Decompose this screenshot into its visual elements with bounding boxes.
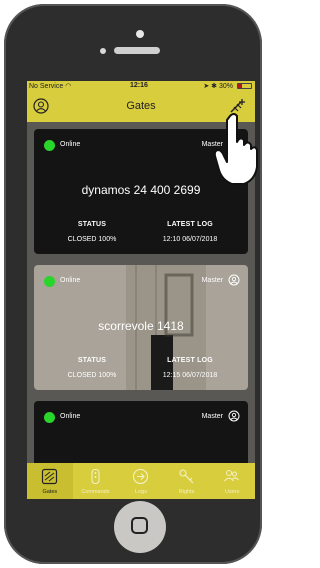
key-icon	[179, 469, 194, 484]
camera	[136, 30, 144, 38]
status-column: STATUS CLOSED 100%	[42, 221, 142, 243]
status-column: STATUS CLOSED 100%	[42, 357, 142, 379]
status-heading: STATUS	[77, 221, 107, 228]
carrier: No Service ◠	[29, 82, 71, 90]
role-label: Master	[201, 277, 223, 284]
bluetooth-icon: ✱	[211, 83, 218, 90]
status-value: CLOSED 100%	[67, 236, 117, 243]
tab-label: Users	[225, 489, 240, 495]
gate-name: scorrevole 1418	[98, 319, 184, 333]
clock: 12:16	[130, 82, 148, 89]
log-heading: LATEST LOG	[167, 357, 213, 364]
log-heading: LATEST LOG	[167, 221, 213, 228]
status-bar: No Service ◠ 12:16 ➤ ✱ 30%	[27, 81, 255, 92]
wifi-icon: ◠	[65, 83, 72, 90]
tap-hand-icon	[213, 113, 258, 185]
gate-card[interactable]: Online Master scorrevole 1418 STATUS CLO…	[34, 265, 248, 390]
page-title: Gates	[126, 100, 156, 112]
logs-icon	[133, 468, 149, 485]
battery-percent: ➤ ✱ 30%	[203, 82, 233, 90]
tab-logs[interactable]: Logs	[118, 463, 164, 499]
home-button-square	[131, 517, 148, 534]
log-column: LATEST LOG 12:10 06/07/2018	[140, 221, 240, 243]
online-label: Online	[60, 141, 81, 148]
remote-icon	[91, 468, 100, 485]
user-icon	[228, 274, 240, 286]
user-icon	[228, 410, 240, 422]
log-column: LATEST LOG 12:15 06/07/2018	[140, 357, 240, 379]
tab-commands[interactable]: Commands	[73, 463, 119, 499]
log-value: 12:15 06/07/2018	[162, 372, 218, 379]
tab-label: Commands	[81, 489, 110, 495]
tab-bar: Gates Commands Logs Rights Users	[27, 463, 255, 499]
tab-label: Logs	[135, 489, 147, 495]
role-label: Master	[201, 413, 223, 420]
location-icon: ➤	[203, 83, 210, 90]
tab-rights[interactable]: Rights	[164, 463, 210, 499]
tab-label: Rights	[178, 489, 195, 495]
battery-text: 30%	[218, 83, 233, 90]
battery-icon	[237, 83, 252, 89]
status-value: CLOSED 100%	[67, 372, 117, 379]
online-indicator	[44, 412, 55, 423]
users-icon	[224, 470, 240, 482]
carrier-text: No Service	[29, 83, 64, 90]
status-heading: STATUS	[77, 357, 107, 364]
online-label: Online	[60, 413, 81, 420]
tab-label: Gates	[42, 489, 58, 495]
online-indicator	[44, 140, 55, 151]
online-indicator	[44, 276, 55, 287]
gate-icon	[41, 468, 58, 485]
log-value: 12:10 06/07/2018	[162, 236, 218, 243]
tab-gates[interactable]: Gates	[27, 463, 73, 499]
online-label: Online	[60, 277, 81, 284]
tab-users[interactable]: Users	[209, 463, 255, 499]
earpiece	[114, 47, 160, 54]
sensor	[100, 48, 106, 54]
